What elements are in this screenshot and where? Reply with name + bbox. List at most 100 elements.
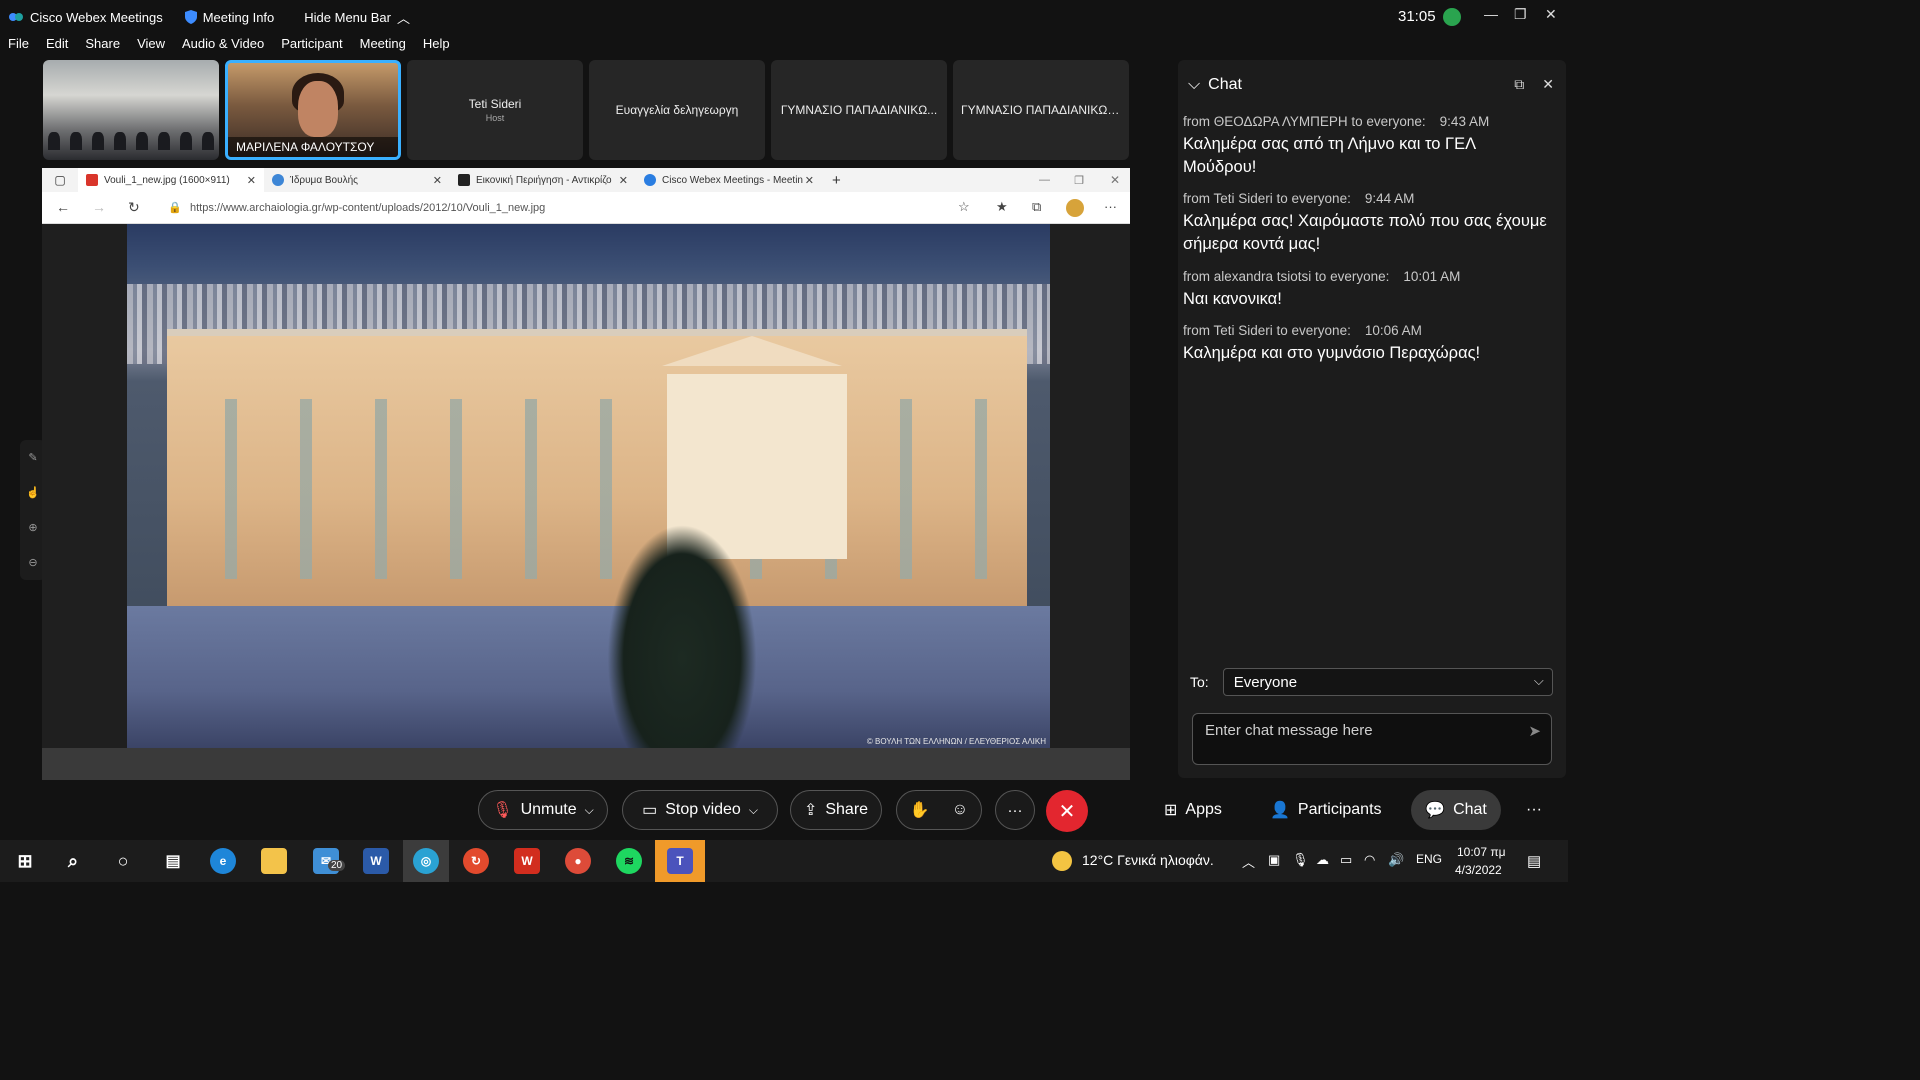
menu-participant[interactable]: Participant [281, 36, 342, 58]
close-tab-icon[interactable]: ✕ [433, 174, 442, 187]
chat-header[interactable]: ⌵ Chat [1188, 76, 1242, 94]
menu-view[interactable]: View [137, 36, 165, 58]
refresh-icon[interactable]: ↻ [128, 199, 140, 216]
close-tab-icon[interactable]: ✕ [247, 174, 256, 187]
onedrive-icon[interactable]: ☁ [1316, 852, 1329, 868]
restore-icon[interactable]: ❐ [1514, 6, 1527, 23]
office-icon[interactable]: W [514, 848, 540, 874]
close-window-icon[interactable]: ✕ [1545, 6, 1557, 23]
browser-tab[interactable]: Ίδρυμα Βουλής ✕ [264, 168, 450, 192]
meeting-info-button[interactable]: Meeting Info [184, 10, 274, 25]
browser-tab[interactable]: Cisco Webex Meetings - Meetin ✕ [636, 168, 822, 192]
chat-bubble-icon: 💬 [1425, 802, 1446, 819]
restore-icon[interactable]: ❐ [1074, 174, 1084, 187]
emoji-reaction-icon[interactable]: ☺ [952, 801, 968, 819]
menu-file[interactable]: File [8, 36, 29, 58]
more-options-button[interactable]: ··· [995, 790, 1035, 830]
chat-message-input[interactable]: Enter chat message here ➤ [1192, 713, 1552, 765]
browser-tab[interactable]: Εικονική Περιήγηση - Αντικρίζο ✕ [450, 168, 636, 192]
leave-meeting-button[interactable]: ✕ [1046, 790, 1088, 832]
menu-meeting[interactable]: Meeting [360, 36, 406, 58]
share-button[interactable]: ⇪ Share [790, 790, 882, 830]
clock-date[interactable]: 4/3/2022 [1455, 863, 1502, 877]
message-time: 10:01 AM [1403, 269, 1461, 284]
notifications-icon[interactable]: ▤ [1527, 852, 1541, 870]
url-field[interactable]: https://www.archaiologia.gr/wp-content/u… [190, 202, 545, 214]
search-icon[interactable]: ⌕ [60, 848, 86, 874]
stop-video-button[interactable]: ▭ Stop video ⌵ [622, 790, 778, 830]
message-sender: from Teti Sideri to everyone: [1183, 191, 1351, 206]
participant-tile[interactable]: ΓΥΜΝΑΣΙΟ ΠΑΠΑΔΙΑΝΙΚΩ... [771, 60, 947, 160]
favorites-icon[interactable]: ★ [996, 199, 1008, 215]
hide-menu-bar-button[interactable]: Hide Menu Bar ︿ [304, 8, 410, 27]
zoom-out-icon[interactable]: ⊖ [28, 556, 37, 569]
raise-hand-icon[interactable]: ✋ [910, 800, 930, 820]
minimize-icon[interactable]: — [1039, 174, 1050, 186]
more-options-button[interactable]: ··· [1526, 792, 1542, 828]
browser-tab-bar: ▢ Vouli_1_new.jpg (1600×911) ✕ Ίδρυμα Βο… [42, 168, 1130, 192]
teams-icon[interactable]: T [667, 848, 693, 874]
weather-icon[interactable] [1052, 851, 1072, 871]
network-health-icon[interactable] [1443, 8, 1461, 26]
browser-tab-title: Vouli_1_new.jpg (1600×911) [104, 174, 230, 186]
participants-button[interactable]: 👤 Participants [1270, 792, 1382, 828]
collections-icon[interactable]: ⧉ [1032, 199, 1041, 215]
microphone-icon[interactable]: 🎙 [1292, 852, 1309, 868]
menu-audio-video[interactable]: Audio & Video [182, 36, 264, 58]
unmute-button[interactable]: 🎙 Unmute ⌵ [478, 790, 608, 830]
chevron-down-icon[interactable]: ⌵ [585, 803, 594, 818]
more-icon[interactable]: ··· [1104, 199, 1117, 214]
recipient-select[interactable]: Everyone ⌵ [1222, 668, 1553, 696]
app-icon[interactable]: ↻ [463, 848, 489, 874]
file-explorer-icon[interactable] [261, 848, 287, 874]
meet-now-icon[interactable]: ▣ [1268, 852, 1280, 868]
cortana-icon[interactable]: ○ [110, 848, 136, 874]
profile-avatar[interactable] [1066, 199, 1084, 217]
word-icon[interactable]: W [363, 848, 389, 874]
close-tab-icon[interactable]: ✕ [619, 174, 628, 187]
add-favorite-icon[interactable]: ☆ [958, 199, 970, 215]
new-tab-icon[interactable]: + [832, 172, 841, 189]
battery-icon[interactable]: ▭ [1340, 852, 1352, 868]
spotify-icon[interactable]: ≋ [616, 848, 642, 874]
volume-icon[interactable]: 🔊 [1388, 852, 1404, 868]
participants-label: Participants [1297, 801, 1382, 818]
chevron-down-icon[interactable]: ⌵ [749, 803, 758, 818]
language-indicator[interactable]: ENG [1416, 852, 1442, 866]
remote-control-icon[interactable]: ☝ [26, 486, 40, 499]
participant-tile[interactable]: Ευαγγελία δεληγεωργη [589, 60, 765, 160]
menu-help[interactable]: Help [423, 36, 450, 58]
edge-icon[interactable]: e [210, 848, 236, 874]
globe-icon [272, 174, 284, 186]
webex-logo-icon [8, 9, 24, 25]
menu-share[interactable]: Share [85, 36, 120, 58]
weather-text[interactable]: 12°C Γενικά ηλιοφάν. [1082, 852, 1214, 868]
participant-tile[interactable]: ΓΥΜΝΑΣΙΟ ΠΑΠΑΔΙΑΝΙΚΩΝ... [953, 60, 1129, 160]
close-tab-icon[interactable]: ✕ [805, 174, 814, 187]
forward-icon[interactable]: → [92, 199, 106, 215]
minimize-icon[interactable]: — [1484, 6, 1498, 22]
clock-time[interactable]: 10:07 πμ [1457, 845, 1506, 859]
back-icon[interactable]: ← [56, 199, 70, 215]
chrome-icon[interactable]: ● [565, 848, 591, 874]
chat-button[interactable]: 💬 Chat [1411, 790, 1501, 830]
menu-edit[interactable]: Edit [46, 36, 68, 58]
send-icon[interactable]: ➤ [1528, 722, 1541, 740]
tab-actions-icon[interactable]: ▢ [42, 173, 78, 187]
wifi-icon[interactable]: ◠ [1364, 852, 1375, 868]
apps-button[interactable]: ⊞ Apps [1164, 792, 1222, 828]
close-window-icon[interactable]: ✕ [1110, 173, 1120, 187]
annotate-icon[interactable]: ✎ [28, 451, 37, 464]
zoom-in-icon[interactable]: ⊕ [28, 521, 37, 534]
chevron-down-icon[interactable]: ⌵ [1188, 76, 1200, 94]
tray-chevron-icon[interactable]: ︿ [1242, 852, 1255, 871]
task-view-icon[interactable]: ▤ [160, 848, 186, 874]
participant-video-active-speaker[interactable]: ΜΑΡΙΛΕΝΑ ΦΑΛΟΥΤΣΟΥ [225, 60, 401, 160]
close-icon[interactable]: ✕ [1542, 76, 1554, 93]
pop-out-icon[interactable]: ⧉ [1514, 76, 1524, 93]
webex-taskbar-icon[interactable]: ◎ [413, 848, 439, 874]
participant-video-classroom[interactable] [43, 60, 219, 160]
browser-tab[interactable]: Vouli_1_new.jpg (1600×911) ✕ [78, 168, 264, 192]
participant-tile[interactable]: Teti Sideri Host [407, 60, 583, 160]
start-icon[interactable]: ⊞ [12, 848, 38, 874]
